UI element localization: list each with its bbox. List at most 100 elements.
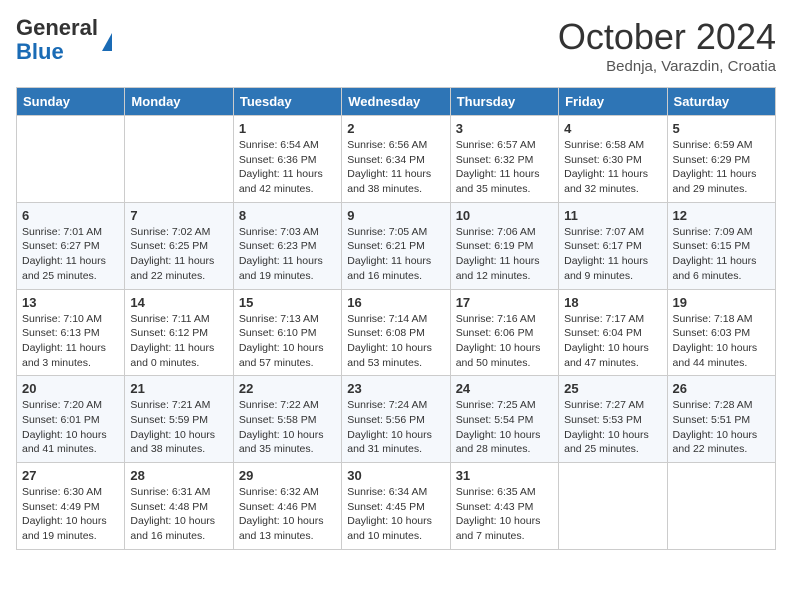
day-header-saturday: Saturday [667, 88, 775, 116]
day-number: 26 [673, 381, 770, 396]
cell-info: Sunrise: 7:24 AM Sunset: 5:56 PM Dayligh… [347, 398, 444, 457]
calendar-cell: 13Sunrise: 7:10 AM Sunset: 6:13 PM Dayli… [17, 289, 125, 376]
day-number: 29 [239, 468, 336, 483]
day-number: 2 [347, 121, 444, 136]
week-row-4: 20 Sunrise: 7:20 AM Sunset: 6:01 PM Dayli… [17, 376, 776, 463]
week-row-3: 13Sunrise: 7:10 AM Sunset: 6:13 PM Dayli… [17, 289, 776, 376]
day-number: 16 [347, 295, 444, 310]
cell-info: Sunrise: 7:25 AM Sunset: 5:54 PM Dayligh… [456, 398, 553, 457]
cell-info: Sunrise: 6:32 AM Sunset: 4:46 PM Dayligh… [239, 485, 336, 544]
calendar-cell: 27Sunrise: 6:30 AM Sunset: 4:49 PM Dayli… [17, 463, 125, 550]
calendar-cell: 7 Sunrise: 7:02 AM Sunset: 6:25 PM Daylig… [125, 202, 233, 289]
day-number: 3 [456, 121, 553, 136]
logo: General Blue [16, 16, 112, 64]
cell-info: Sunrise: 7:21 AM Sunset: 5:59 PM Dayligh… [130, 398, 227, 457]
calendar-cell: 4 Sunrise: 6:58 AM Sunset: 6:30 PM Daylig… [559, 116, 667, 203]
day-number: 17 [456, 295, 553, 310]
day-number: 4 [564, 121, 661, 136]
calendar-cell: 30 Sunrise: 6:34 AM Sunset: 4:45 PM Dayli… [342, 463, 450, 550]
calendar-cell: 2 Sunrise: 6:56 AM Sunset: 6:34 PM Daylig… [342, 116, 450, 203]
day-number: 11 [564, 208, 661, 223]
calendar-cell [559, 463, 667, 550]
cell-info: Sunrise: 7:14 AM Sunset: 6:08 PM Dayligh… [347, 312, 444, 371]
cell-info: Sunrise: 7:18 AM Sunset: 6:03 PM Dayligh… [673, 312, 770, 371]
day-header-tuesday: Tuesday [233, 88, 341, 116]
day-number: 6 [22, 208, 119, 223]
calendar-cell: 23 Sunrise: 7:24 AM Sunset: 5:56 PM Dayli… [342, 376, 450, 463]
cell-info: Sunrise: 6:31 AM Sunset: 4:48 PM Dayligh… [130, 485, 227, 544]
location-text: Bednja, Varazdin, Croatia [558, 58, 776, 75]
page-header: General Blue October 2024 Bednja, Varazd… [16, 16, 776, 75]
calendar-cell [125, 116, 233, 203]
cell-info: Sunrise: 7:02 AM Sunset: 6:25 PM Dayligh… [130, 225, 227, 284]
calendar-cell: 10 Sunrise: 7:06 AM Sunset: 6:19 PM Dayli… [450, 202, 558, 289]
day-number: 30 [347, 468, 444, 483]
cell-info: Sunrise: 7:06 AM Sunset: 6:19 PM Dayligh… [456, 225, 553, 284]
day-number: 9 [347, 208, 444, 223]
logo-blue-text: Blue [16, 40, 98, 64]
cell-info: Sunrise: 6:35 AM Sunset: 4:43 PM Dayligh… [456, 485, 553, 544]
week-row-5: 27Sunrise: 6:30 AM Sunset: 4:49 PM Dayli… [17, 463, 776, 550]
calendar-cell: 3 Sunrise: 6:57 AM Sunset: 6:32 PM Daylig… [450, 116, 558, 203]
calendar-cell: 21 Sunrise: 7:21 AM Sunset: 5:59 PM Dayli… [125, 376, 233, 463]
day-number: 5 [673, 121, 770, 136]
day-number: 1 [239, 121, 336, 136]
day-number: 10 [456, 208, 553, 223]
calendar-cell: 28 Sunrise: 6:31 AM Sunset: 4:48 PM Dayli… [125, 463, 233, 550]
calendar-cell: 24 Sunrise: 7:25 AM Sunset: 5:54 PM Dayli… [450, 376, 558, 463]
day-number: 22 [239, 381, 336, 396]
cell-info: Sunrise: 6:30 AM Sunset: 4:49 PM Dayligh… [22, 485, 119, 544]
calendar-cell: 8Sunrise: 7:03 AM Sunset: 6:23 PM Daylig… [233, 202, 341, 289]
calendar-cell: 20 Sunrise: 7:20 AM Sunset: 6:01 PM Dayli… [17, 376, 125, 463]
cell-info: Sunrise: 7:13 AM Sunset: 6:10 PM Dayligh… [239, 312, 336, 371]
calendar-cell [667, 463, 775, 550]
day-number: 23 [347, 381, 444, 396]
day-header-monday: Monday [125, 88, 233, 116]
day-header-friday: Friday [559, 88, 667, 116]
day-number: 12 [673, 208, 770, 223]
day-number: 8 [239, 208, 336, 223]
day-header-sunday: Sunday [17, 88, 125, 116]
calendar-cell: 17 Sunrise: 7:16 AM Sunset: 6:06 PM Dayli… [450, 289, 558, 376]
day-number: 7 [130, 208, 227, 223]
cell-info: Sunrise: 6:34 AM Sunset: 4:45 PM Dayligh… [347, 485, 444, 544]
day-number: 20 [22, 381, 119, 396]
cell-info: Sunrise: 7:05 AM Sunset: 6:21 PM Dayligh… [347, 225, 444, 284]
week-row-2: 6 Sunrise: 7:01 AM Sunset: 6:27 PM Daylig… [17, 202, 776, 289]
cell-info: Sunrise: 6:59 AM Sunset: 6:29 PM Dayligh… [673, 138, 770, 197]
calendar-cell: 16 Sunrise: 7:14 AM Sunset: 6:08 PM Dayli… [342, 289, 450, 376]
cell-info: Sunrise: 6:54 AM Sunset: 6:36 PM Dayligh… [239, 138, 336, 197]
logo-triangle-icon [102, 33, 112, 51]
calendar-cell: 26Sunrise: 7:28 AM Sunset: 5:51 PM Dayli… [667, 376, 775, 463]
day-number: 21 [130, 381, 227, 396]
cell-info: Sunrise: 7:01 AM Sunset: 6:27 PM Dayligh… [22, 225, 119, 284]
month-title: October 2024 [558, 16, 776, 58]
day-number: 14 [130, 295, 227, 310]
day-number: 18 [564, 295, 661, 310]
cell-info: Sunrise: 7:11 AM Sunset: 6:12 PM Dayligh… [130, 312, 227, 371]
calendar-cell: 22Sunrise: 7:22 AM Sunset: 5:58 PM Dayli… [233, 376, 341, 463]
cell-info: Sunrise: 6:56 AM Sunset: 6:34 PM Dayligh… [347, 138, 444, 197]
logo-general-text: General [16, 16, 98, 40]
calendar-cell: 19 Sunrise: 7:18 AM Sunset: 6:03 PM Dayli… [667, 289, 775, 376]
cell-info: Sunrise: 7:27 AM Sunset: 5:53 PM Dayligh… [564, 398, 661, 457]
cell-info: Sunrise: 6:57 AM Sunset: 6:32 PM Dayligh… [456, 138, 553, 197]
cell-info: Sunrise: 7:20 AM Sunset: 6:01 PM Dayligh… [22, 398, 119, 457]
day-number: 31 [456, 468, 553, 483]
day-number: 24 [456, 381, 553, 396]
calendar-cell: 5 Sunrise: 6:59 AM Sunset: 6:29 PM Daylig… [667, 116, 775, 203]
day-header-thursday: Thursday [450, 88, 558, 116]
cell-info: Sunrise: 7:09 AM Sunset: 6:15 PM Dayligh… [673, 225, 770, 284]
day-number: 25 [564, 381, 661, 396]
cell-info: Sunrise: 7:17 AM Sunset: 6:04 PM Dayligh… [564, 312, 661, 371]
calendar-cell: 1 Sunrise: 6:54 AM Sunset: 6:36 PM Daylig… [233, 116, 341, 203]
cell-info: Sunrise: 7:16 AM Sunset: 6:06 PM Dayligh… [456, 312, 553, 371]
day-number: 28 [130, 468, 227, 483]
cell-info: Sunrise: 6:58 AM Sunset: 6:30 PM Dayligh… [564, 138, 661, 197]
calendar-cell: 29 Sunrise: 6:32 AM Sunset: 4:46 PM Dayli… [233, 463, 341, 550]
title-area: October 2024 Bednja, Varazdin, Croatia [558, 16, 776, 75]
cell-info: Sunrise: 7:07 AM Sunset: 6:17 PM Dayligh… [564, 225, 661, 284]
day-number: 19 [673, 295, 770, 310]
cell-info: Sunrise: 7:10 AM Sunset: 6:13 PM Dayligh… [22, 312, 119, 371]
day-number: 15 [239, 295, 336, 310]
